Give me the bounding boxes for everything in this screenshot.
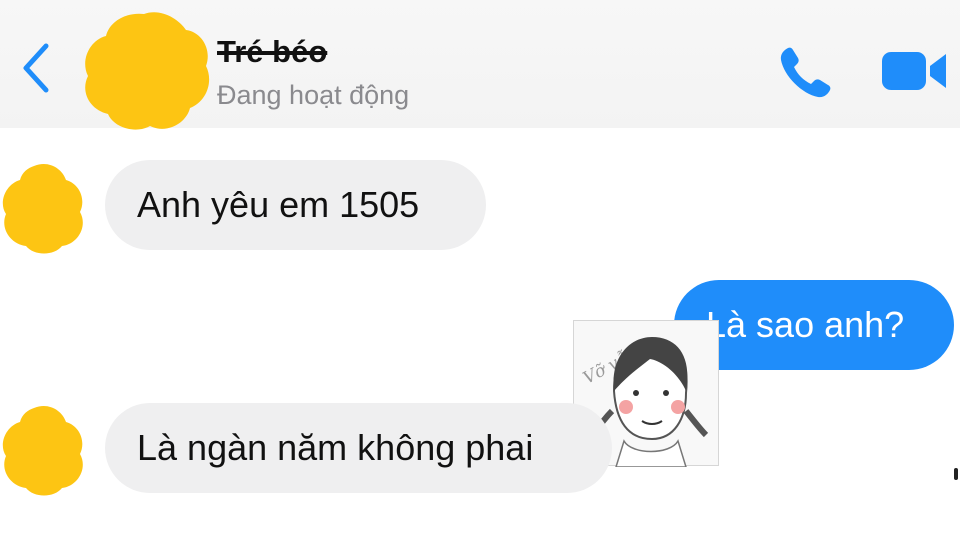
phone-icon xyxy=(780,47,831,98)
message-text: Anh yêu em 1505 xyxy=(137,184,420,225)
back-button[interactable] xyxy=(18,40,54,96)
chat-header: Tré béo Đang hoạt động xyxy=(0,0,960,130)
active-status: Đang hoạt động xyxy=(217,80,410,110)
avatar[interactable] xyxy=(82,10,212,132)
sender-avatar[interactable] xyxy=(0,162,86,254)
message-bubble-incoming[interactable]: Anh yêu em 1505 xyxy=(105,160,486,250)
contact-name[interactable]: Tré béo xyxy=(217,34,327,70)
chevron-left-icon xyxy=(23,43,49,93)
message-bubble-incoming[interactable]: Là ngàn năm không phai xyxy=(105,403,612,493)
sender-avatar[interactable] xyxy=(0,404,86,496)
edge-marker xyxy=(954,468,958,480)
voice-call-button[interactable] xyxy=(776,42,836,102)
video-camera-icon xyxy=(882,52,946,90)
message-text: Là sao anh? xyxy=(706,304,905,345)
message-text: Là ngàn năm không phai xyxy=(137,427,534,468)
video-call-button[interactable] xyxy=(880,46,950,96)
